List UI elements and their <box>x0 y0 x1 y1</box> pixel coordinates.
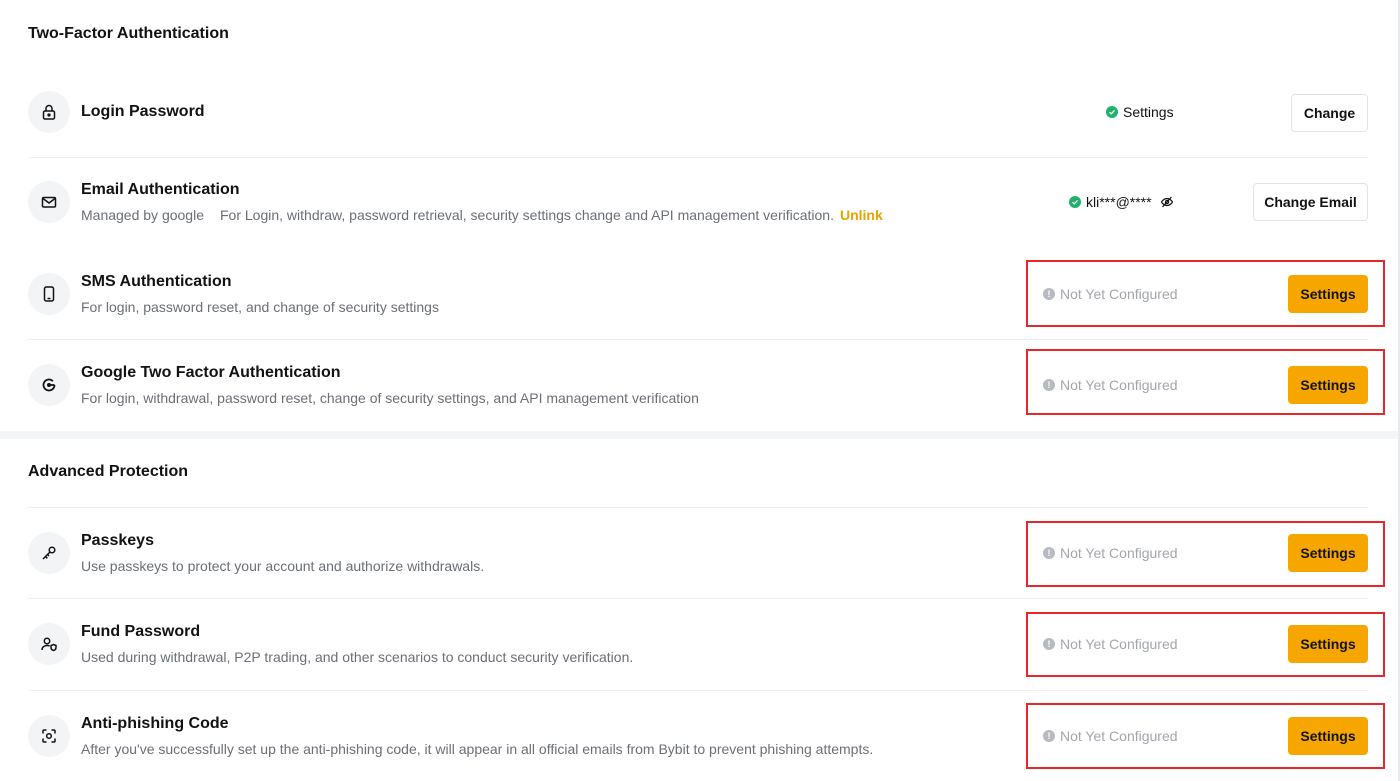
row-divider <box>28 507 1368 508</box>
lock-icon <box>28 91 70 133</box>
user-shield-icon <box>28 623 70 665</box>
fund-password-description: Used during withdrawal, P2P trading, and… <box>81 649 634 665</box>
section-title-advanced-protection: Advanced Protection <box>28 463 189 480</box>
section-title-two-factor: Two-Factor Authentication <box>28 25 229 42</box>
email-auth-managed: Managed by google <box>81 207 204 223</box>
highlight-box-sms <box>1026 260 1385 327</box>
login-password-status-text: Settings <box>1123 104 1174 120</box>
login-password-status: Settings <box>1106 104 1174 120</box>
row-divider <box>28 690 1368 691</box>
change-email-button[interactable]: Change Email <box>1253 183 1368 221</box>
highlight-box-passkeys <box>1026 521 1385 587</box>
sms-auth-title: SMS Authentication <box>81 273 232 290</box>
highlight-box-fund-password <box>1026 612 1385 677</box>
highlight-box-anti-phishing <box>1026 703 1385 769</box>
check-circle-icon <box>1106 106 1118 118</box>
eye-off-icon[interactable] <box>1160 195 1174 209</box>
fund-password-title: Fund Password <box>81 623 201 640</box>
check-circle-icon <box>1069 196 1081 208</box>
phone-icon <box>28 273 70 315</box>
sms-auth-description: For login, password reset, and change of… <box>81 299 439 315</box>
email-auth-title: Email Authentication <box>81 181 240 198</box>
anti-phishing-title: Anti-phishing Code <box>81 715 229 732</box>
row-divider <box>28 598 1368 599</box>
row-divider <box>28 339 1368 340</box>
google-auth-title: Google Two Factor Authentication <box>81 364 341 381</box>
mail-icon <box>28 181 70 223</box>
scan-focus-icon <box>28 715 70 757</box>
masked-email: kli***@**** <box>1086 194 1152 210</box>
passkeys-title: Passkeys <box>81 532 154 549</box>
google-auth-description: For login, withdrawal, password reset, c… <box>81 390 699 406</box>
login-password-title: Login Password <box>81 103 205 120</box>
security-row-email-auth: Email Authentication Managed by google Fo… <box>28 180 1368 224</box>
highlight-box-google-auth <box>1026 349 1385 415</box>
row-divider <box>28 157 1368 158</box>
google-authenticator-icon <box>28 364 70 406</box>
email-auth-desc-text: For Login, withdraw, password retrieval,… <box>220 207 834 223</box>
security-row-login-password: Login Password Settings Change <box>28 91 1368 135</box>
section-separator <box>0 431 1398 439</box>
key-icon <box>28 532 70 574</box>
unlink-link[interactable]: Unlink <box>840 207 883 223</box>
change-password-button[interactable]: Change <box>1291 94 1368 132</box>
email-auth-status: kli***@**** <box>1069 194 1174 210</box>
email-auth-description: Managed by google For Login, withdraw, pa… <box>81 207 883 223</box>
passkeys-description: Use passkeys to protect your account and… <box>81 558 485 574</box>
anti-phishing-description: After you've successfully set up the ant… <box>81 741 874 757</box>
